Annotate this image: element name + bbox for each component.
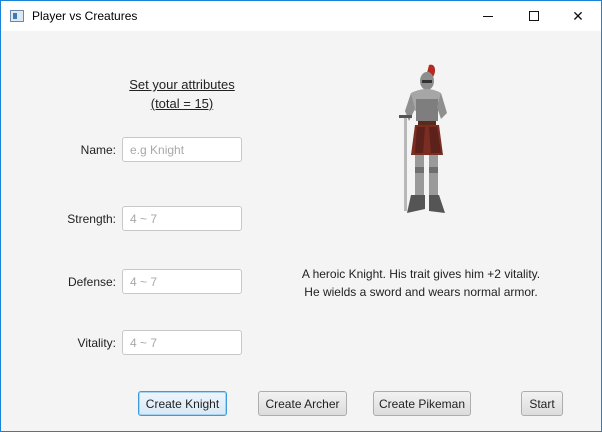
window-title: Player vs Creatures xyxy=(32,9,138,23)
maximize-button[interactable] xyxy=(511,1,557,31)
app-window: Player vs Creatures ✕ Set your attribute… xyxy=(0,0,602,432)
minimize-button[interactable] xyxy=(465,1,511,31)
maximize-icon xyxy=(529,11,539,21)
knight-image xyxy=(399,64,447,213)
description-line-1: A heroic Knight. His trait gives him +2 … xyxy=(301,267,541,281)
app-icon xyxy=(10,10,24,22)
heading-line-1: Set your attributes xyxy=(129,77,235,92)
attributes-heading: Set your attributes (total = 15) xyxy=(119,75,245,113)
close-icon: ✕ xyxy=(572,7,584,24)
strength-label: Strength: xyxy=(67,212,116,226)
minimize-icon xyxy=(483,15,493,17)
close-button[interactable]: ✕ xyxy=(555,1,601,31)
name-field[interactable] xyxy=(122,137,242,162)
vitality-label: Vitality: xyxy=(77,336,116,350)
character-description: A heroic Knight. His trait gives him +2 … xyxy=(271,265,571,301)
heading-line-2: (total = 15) xyxy=(150,96,214,111)
vitality-field[interactable] xyxy=(122,330,242,355)
start-button[interactable]: Start xyxy=(521,391,563,416)
title-bar[interactable]: Player vs Creatures ✕ xyxy=(1,1,601,31)
name-label: Name: xyxy=(80,143,116,157)
create-archer-button[interactable]: Create Archer xyxy=(258,391,347,416)
description-line-2: He wields a sword and wears normal armor… xyxy=(304,285,538,299)
create-pikeman-button[interactable]: Create Pikeman xyxy=(373,391,471,416)
defense-field[interactable] xyxy=(122,269,242,294)
defense-label: Defense: xyxy=(67,275,116,289)
strength-field[interactable] xyxy=(122,206,242,231)
create-knight-button[interactable]: Create Knight xyxy=(138,391,227,416)
